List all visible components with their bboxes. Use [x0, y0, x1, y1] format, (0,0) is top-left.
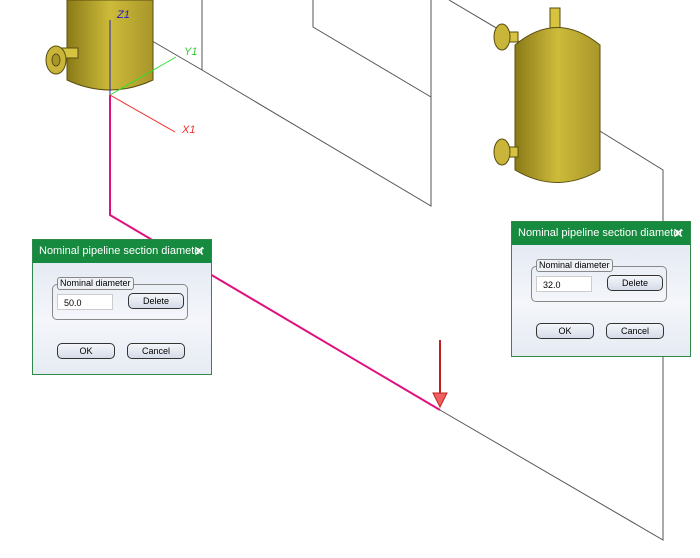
diameter-dialog-left: Nominal pipeline section diameter ✕ Nomin…	[32, 239, 212, 375]
close-icon[interactable]: ✕	[193, 240, 205, 263]
vessel-left[interactable]	[45, 0, 154, 91]
nominal-diameter-group: Nominal diameter 50.0 Delete	[52, 277, 188, 320]
close-icon[interactable]: ✕	[672, 222, 684, 245]
axis-label-x: X1	[181, 124, 195, 136]
diameter-input[interactable]: 50.0	[57, 294, 113, 310]
group-label: Nominal diameter	[536, 259, 613, 272]
dialog-title: Nominal pipeline section diameter	[518, 227, 684, 239]
delete-button[interactable]: Delete	[128, 293, 184, 309]
ok-button[interactable]: OK	[536, 323, 594, 339]
dialog-title: Nominal pipeline section diameter	[39, 245, 205, 257]
diameter-input[interactable]: 32.0	[536, 276, 592, 292]
nominal-diameter-group: Nominal diameter 32.0 Delete	[531, 259, 667, 302]
arrow-marker-icon	[432, 340, 448, 409]
cancel-button[interactable]: Cancel	[606, 323, 664, 339]
axis-label-z: Z1	[116, 9, 130, 21]
group-label: Nominal diameter	[57, 277, 134, 290]
vessel-right[interactable]	[493, 7, 601, 183]
cancel-button[interactable]: Cancel	[127, 343, 185, 359]
axis-label-y: Y1	[184, 46, 197, 58]
ok-button[interactable]: OK	[57, 343, 115, 359]
diameter-dialog-right: Nominal pipeline section diameter ✕ Nomin…	[511, 221, 691, 357]
delete-button[interactable]: Delete	[607, 275, 663, 291]
